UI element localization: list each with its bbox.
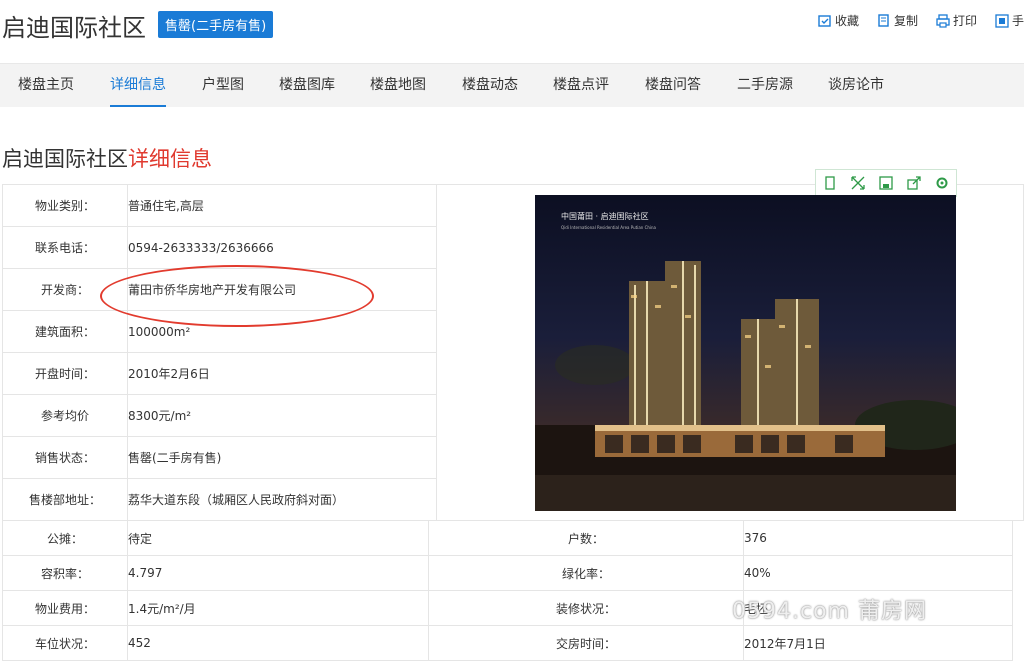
- phone-button[interactable]: 手: [995, 12, 1024, 29]
- detail-label: 销售状态：: [2, 436, 128, 479]
- detail-value: 0594-2633333/2636666: [127, 226, 437, 269]
- detail-label: 建筑面积：: [2, 310, 128, 353]
- detail-label: 开发商：: [2, 268, 128, 311]
- section-title: 启迪国际社区详细信息: [2, 143, 212, 173]
- property-photo[interactable]: 中国莆田 · 启迪国际社区 Qidi International Residen…: [535, 195, 956, 511]
- detail-label: 开盘时间：: [2, 352, 128, 395]
- detail-value: 荔华大道东段（城厢区人民政府斜对面）: [127, 478, 437, 521]
- watermark: 0594.com 莆房网: [732, 599, 927, 624]
- detail-value: 4.797: [127, 555, 429, 591]
- detail-label: 物业费用：: [2, 590, 128, 626]
- print-icon: [936, 13, 950, 28]
- tab-qa[interactable]: 楼盘问答: [645, 64, 701, 107]
- detail-value: 售罄(二手房有售): [127, 436, 437, 479]
- tab-reviews[interactable]: 楼盘点评: [553, 64, 609, 107]
- detail-label: 售楼部地址：: [2, 478, 128, 521]
- collect-label: 收藏: [834, 14, 859, 28]
- top-bar: 启迪国际社区 售罄(二手房有售) 收藏 复制 打印 手: [0, 0, 1024, 52]
- photo-toolbar: [815, 169, 957, 197]
- building-illustration: 中国莆田 · 启迪国际社区 Qidi International Residen…: [535, 211, 956, 511]
- section-name: 启迪国际社区: [2, 147, 128, 171]
- fit-icon[interactable]: [816, 170, 844, 196]
- photo-caption: 中国莆田 · 启迪国际社区: [561, 211, 649, 221]
- table-row: 公摊： 待定 户数： 376: [2, 520, 1013, 556]
- tab-forum[interactable]: 谈房论市: [828, 64, 884, 107]
- detail-value: 莆田市侨华房地产开发有限公司: [127, 268, 437, 311]
- table-row: 车位状况： 452 交房时间： 2012年7月1日: [2, 625, 1013, 661]
- detail-label: 户数：: [428, 520, 744, 556]
- copy-icon: [878, 13, 889, 27]
- tab-news[interactable]: 楼盘动态: [462, 64, 518, 107]
- detail-value: 452: [127, 625, 429, 661]
- detail-value: 普通住宅,高层: [127, 184, 437, 227]
- detail-value: 2012年7月1日: [743, 625, 1013, 661]
- detail-label: 联系电话：: [2, 226, 128, 269]
- copy-label: 复制: [893, 14, 918, 28]
- collect-button[interactable]: 收藏: [818, 12, 859, 29]
- phone-label: 手: [1011, 14, 1024, 28]
- status-badge: 售罄(二手房有售): [158, 11, 274, 38]
- detail-label: 容积率：: [2, 555, 128, 591]
- detail-value: 40%: [743, 555, 1013, 591]
- collect-icon: [818, 14, 831, 27]
- share-icon[interactable]: [900, 170, 928, 196]
- detail-label: 参考均价: [2, 394, 128, 437]
- detail-value: 2010年2月6日: [127, 352, 437, 395]
- details-table: 物业类别： 普通住宅,高层 中国莆田 · 启迪国际社区 Qidi Interna…: [2, 169, 1024, 521]
- page-title: 启迪国际社区: [2, 14, 146, 42]
- fullscreen-icon[interactable]: [844, 170, 872, 196]
- detail-value: 待定: [127, 520, 429, 556]
- settings-icon[interactable]: [928, 170, 956, 196]
- phone-icon: [995, 13, 1009, 28]
- detail-value: 8300元/m²: [127, 394, 437, 437]
- detail-label: 车位状况：: [2, 625, 128, 661]
- detail-label: 绿化率：: [428, 555, 744, 591]
- table-row: 容积率： 4.797 绿化率： 40%: [2, 555, 1013, 591]
- tab-gallery[interactable]: 楼盘图库: [279, 64, 335, 107]
- tab-details[interactable]: 详细信息: [110, 64, 166, 107]
- photo-cell: 中国莆田 · 启迪国际社区 Qidi International Residen…: [436, 169, 1024, 521]
- detail-label: 交房时间：: [428, 625, 744, 661]
- print-label: 打印: [952, 14, 977, 28]
- detail-label: 装修状况：: [428, 590, 744, 626]
- detail-value: 1.4元/m²/月: [127, 590, 429, 626]
- detail-label: 公摊：: [2, 520, 128, 556]
- print-button[interactable]: 打印: [936, 12, 977, 29]
- detail-value: 100000m²: [127, 310, 437, 353]
- details-table-2: 公摊： 待定 户数： 376 容积率： 4.797 绿化率： 40% 物业费用：…: [2, 520, 1013, 661]
- table-row: 物业类别： 普通住宅,高层 中国莆田 · 启迪国际社区 Qidi Interna…: [2, 169, 1024, 521]
- toolbar: 收藏 复制 打印 手: [818, 12, 1024, 29]
- tab-resale[interactable]: 二手房源: [737, 64, 793, 107]
- nav-tabs: 楼盘主页 详细信息 户型图 楼盘图库 楼盘地图 楼盘动态 楼盘点评 楼盘问答 二…: [0, 63, 1024, 107]
- copy-button[interactable]: 复制: [877, 12, 918, 29]
- photo-caption-sub: Qidi International Residential Area Puti…: [561, 225, 657, 230]
- tab-floorplan[interactable]: 户型图: [202, 64, 244, 107]
- section-accent: 详细信息: [128, 147, 212, 171]
- detail-label: 物业类别：: [2, 184, 128, 227]
- tab-home[interactable]: 楼盘主页: [18, 64, 74, 107]
- detail-value: 376: [743, 520, 1013, 556]
- tab-map[interactable]: 楼盘地图: [370, 64, 426, 107]
- save-icon[interactable]: [872, 170, 900, 196]
